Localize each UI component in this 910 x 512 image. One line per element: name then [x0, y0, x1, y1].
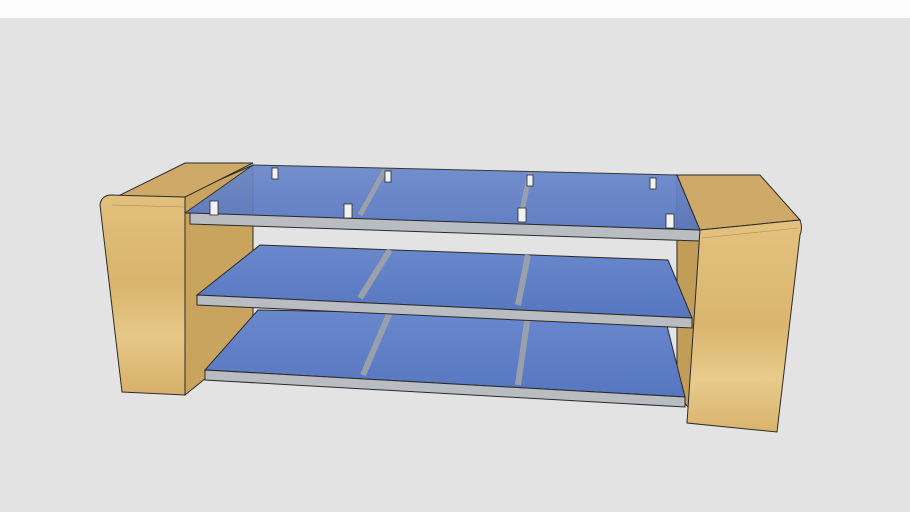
- top-glass-shelf: [183, 164, 701, 242]
- modeling-viewport[interactable]: [0, 0, 910, 512]
- tv-stand-3d-model: [99, 162, 802, 433]
- right-wooden-panel: [676, 174, 802, 433]
